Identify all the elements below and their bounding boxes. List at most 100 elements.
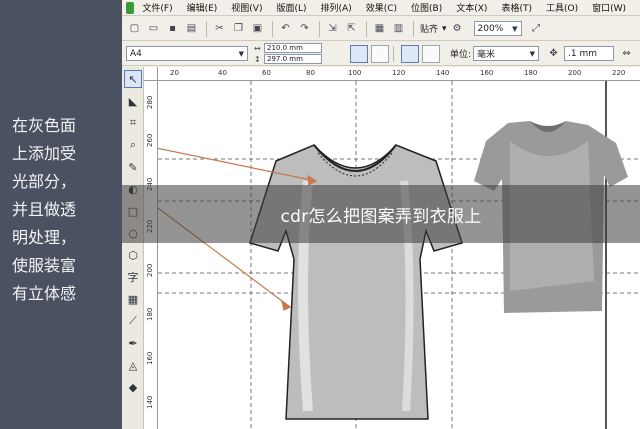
- page-size-value: A4: [130, 48, 142, 59]
- menu-bitmaps[interactable]: 位图(B): [411, 1, 442, 14]
- landscape-button[interactable]: [371, 44, 389, 63]
- welcome-icon[interactable]: ▥: [390, 20, 407, 37]
- table-icon[interactable]: ▦: [124, 290, 142, 308]
- ruler-tick-label: 160: [480, 69, 494, 77]
- text-icon[interactable]: 字: [124, 268, 142, 286]
- polygon-icon[interactable]: ⬡: [124, 246, 142, 264]
- arrow-head: [281, 299, 292, 311]
- redo-icon[interactable]: ↷: [296, 20, 313, 37]
- ruler-tick-label: 60: [262, 69, 271, 77]
- menu-layout[interactable]: 版面(L): [276, 1, 306, 14]
- shape-icon[interactable]: ◣: [124, 92, 142, 110]
- options-icon[interactable]: ⚙: [449, 20, 466, 37]
- page-width-field[interactable]: 210.0 mm: [264, 43, 322, 53]
- menu-table[interactable]: 表格(T): [501, 1, 532, 14]
- current-page-button[interactable]: [422, 44, 440, 63]
- toolbar-divider: [366, 20, 367, 37]
- chevron-down-icon: ▼: [512, 24, 518, 33]
- nudge-icon: ✥: [549, 48, 558, 59]
- fill-icon[interactable]: ◆: [124, 378, 142, 396]
- units-select[interactable]: 毫米 ▼: [473, 46, 540, 61]
- units-value: 毫米: [477, 50, 496, 60]
- menu-window[interactable]: 窗口(W): [592, 1, 626, 14]
- menu-arrange[interactable]: 排列(A): [321, 1, 352, 14]
- menu-tools[interactable]: 工具(O): [546, 1, 578, 14]
- copy-icon[interactable]: ❐: [230, 20, 247, 37]
- horizontal-ruler[interactable]: 20 40 60 80 100 120 140 160 180 200 220: [158, 67, 640, 81]
- annotation-line: 有立体感: [12, 284, 77, 303]
- page-size-select[interactable]: A4 ▼: [126, 46, 248, 61]
- save-icon[interactable]: ▪: [164, 20, 181, 37]
- ruler-tick-label: 100: [348, 69, 362, 77]
- snap-to-label[interactable]: 贴齐: [420, 22, 438, 35]
- app-launcher-icon[interactable]: ▦: [371, 20, 388, 37]
- ruler-tick-label: 40: [218, 69, 227, 77]
- chevron-down-icon: ▼: [238, 49, 244, 58]
- standard-toolbar: ▢ ▭ ▪ ▤ ✂ ❐ ▣ ↶ ↷ ⇲ ⇱ ▦ ▥ 贴齐 ▾ ⚙ 200% ▼ …: [122, 17, 640, 41]
- outline-icon[interactable]: ◬: [124, 356, 142, 374]
- drawing-canvas[interactable]: [158, 81, 640, 429]
- toolbar-divider: [272, 20, 273, 37]
- vertical-ruler[interactable]: 280 260 240 220 200 180 160 140: [144, 81, 158, 429]
- ruler-tick-label: 140: [146, 395, 154, 409]
- ruler-tick-label: 220: [612, 69, 626, 77]
- zoom-icon[interactable]: ⌕: [124, 136, 142, 154]
- ruler-tick-label: 200: [568, 69, 582, 77]
- portrait-button[interactable]: [350, 44, 368, 63]
- ruler-tick-label: 180: [524, 69, 538, 77]
- menu-effects[interactable]: 效果(C): [366, 1, 397, 14]
- ruler-tick-label: 180: [146, 307, 154, 321]
- ruler-tick-label: 200: [146, 263, 154, 277]
- all-pages-button[interactable]: [401, 44, 419, 63]
- export-icon[interactable]: ⇱: [343, 20, 360, 37]
- toolbar-divider: [206, 20, 207, 37]
- property-bar: A4 ▼ ↔ 210.0 mm ↕ 297.0 mm 单位: 毫米 ▼ ✥ .1…: [122, 42, 640, 66]
- toolbar-divider: [413, 20, 414, 37]
- annotation-line: 并且做透: [12, 200, 77, 219]
- annotation-line: 上添加受: [12, 144, 77, 163]
- menu-text[interactable]: 文本(X): [456, 1, 487, 14]
- ruler-tick-label: 120: [392, 69, 406, 77]
- new-icon[interactable]: ▢: [126, 20, 143, 37]
- zoom-fit-icon[interactable]: ⤢: [528, 20, 545, 37]
- undo-icon[interactable]: ↶: [277, 20, 294, 37]
- menu-view[interactable]: 视图(V): [231, 1, 262, 14]
- width-icon: ↔: [254, 43, 261, 53]
- annotation-panel: 在灰色面 上添加受 光部分， 并且做透 明处理， 使服装富 有立体感: [0, 0, 122, 429]
- cut-icon[interactable]: ✂: [211, 20, 228, 37]
- duplicate-distance-icon[interactable]: ⇔: [618, 45, 635, 62]
- annotation-line: 使服装富: [12, 256, 77, 275]
- nudge-value: .1 mm: [568, 48, 598, 59]
- open-icon[interactable]: ▭: [145, 20, 162, 37]
- annotation-line: 在灰色面: [12, 116, 77, 135]
- ruler-corner[interactable]: [144, 67, 158, 81]
- freehand-icon[interactable]: ✎: [124, 158, 142, 176]
- ruler-tick-label: 20: [170, 69, 179, 77]
- banner-title: cdr怎么把图案弄到衣服上: [280, 206, 482, 227]
- snap-dropdown-arrow[interactable]: ▾: [442, 24, 447, 34]
- print-icon[interactable]: ▤: [183, 20, 200, 37]
- eyedropper-icon[interactable]: ✒: [124, 334, 142, 352]
- menu-edit[interactable]: 编辑(E): [187, 1, 218, 14]
- connector-icon[interactable]: ⟋: [124, 312, 142, 330]
- ruler-tick-label: 160: [146, 351, 154, 365]
- crop-icon[interactable]: ⌗: [124, 114, 142, 132]
- height-icon: ↕: [254, 54, 261, 64]
- ruler-tick-label: 80: [306, 69, 315, 77]
- app-logo-icon: [126, 1, 135, 14]
- toolbar-divider: [319, 20, 320, 37]
- pointer-icon[interactable]: ↖: [124, 70, 142, 88]
- canvas-artwork: [158, 81, 640, 429]
- import-icon[interactable]: ⇲: [324, 20, 341, 37]
- paste-icon[interactable]: ▣: [249, 20, 266, 37]
- menu-file[interactable]: 文件(F): [142, 1, 172, 14]
- annotation-text: 在灰色面 上添加受 光部分， 并且做透 明处理， 使服装富 有立体感: [12, 112, 116, 308]
- toolbar-divider: [393, 45, 394, 62]
- zoom-select[interactable]: 200% ▼: [473, 21, 522, 36]
- chevron-down-icon: ▼: [529, 49, 536, 58]
- page-height-field[interactable]: 297.0 mm: [264, 54, 322, 64]
- ruler-tick-label: 280: [146, 95, 154, 109]
- menu-bar: 文件(F) 编辑(E) 视图(V) 版面(L) 排列(A) 效果(C) 位图(B…: [122, 0, 640, 16]
- units-label: 单位:: [450, 50, 472, 60]
- nudge-field[interactable]: .1 mm: [564, 46, 615, 61]
